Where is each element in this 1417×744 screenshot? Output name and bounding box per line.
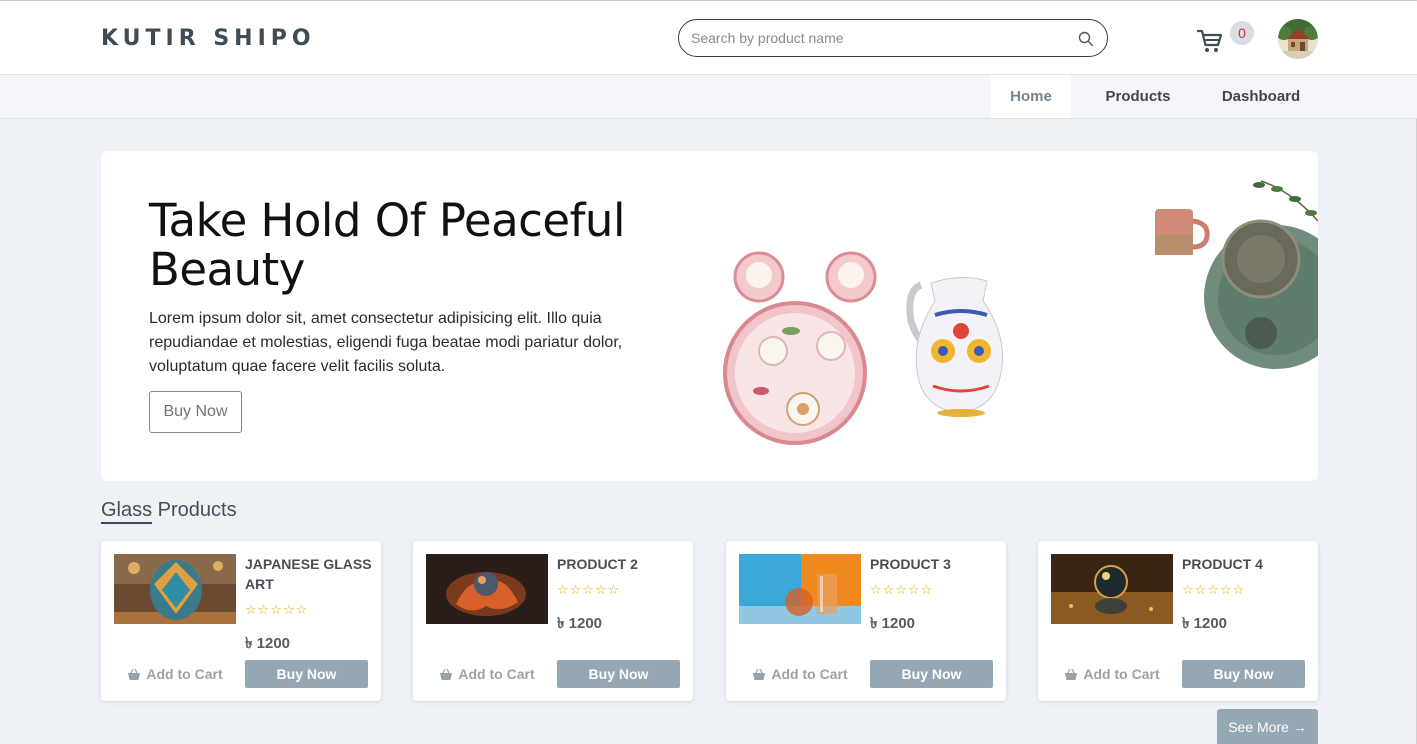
rating-stars-icon: ☆☆☆☆☆ [870, 582, 934, 597]
buy-now-button[interactable]: Buy Now [870, 660, 993, 688]
search-bar[interactable] [678, 19, 1108, 57]
section-title-highlight: Glass [101, 499, 153, 524]
add-to-cart-button[interactable]: Add to Cart [740, 660, 860, 688]
hero-title: Take Hold Of Peaceful Beauty [149, 194, 625, 296]
user-avatar[interactable] [1278, 19, 1318, 59]
product-image[interactable] [1051, 554, 1173, 624]
add-to-cart-label: Add to Cart [458, 666, 535, 682]
hero-banner: Take Hold Of Peaceful Beauty Lorem ipsum… [101, 151, 1318, 481]
nav-products[interactable]: Products [1090, 75, 1186, 118]
nav-dashboard[interactable]: Dashboard [1208, 75, 1314, 118]
basket-icon [128, 668, 141, 680]
add-to-cart-button[interactable]: Add to Cart [1052, 660, 1172, 688]
rating-stars-icon: ☆☆☆☆☆ [557, 582, 621, 597]
search-icon[interactable] [1078, 31, 1094, 47]
add-to-cart-button[interactable]: Add to Cart [115, 660, 235, 688]
search-input[interactable] [691, 28, 1061, 48]
product-image[interactable] [426, 554, 548, 624]
buy-now-button[interactable]: Buy Now [557, 660, 680, 688]
buy-now-button[interactable]: Buy Now [245, 660, 368, 688]
product-name[interactable]: PRODUCT 3 [870, 554, 1000, 574]
cart-count-badge: 0 [1230, 21, 1254, 45]
see-more-button[interactable]: See More → [1217, 709, 1318, 744]
hero-description: Lorem ipsum dolor sit, amet consectetur … [149, 310, 623, 375]
cart-icon[interactable] [1196, 27, 1224, 55]
nav-home[interactable]: Home [991, 75, 1071, 118]
rating-stars-icon: ☆☆☆☆☆ [245, 602, 309, 617]
top-header: KUTIR SHIPO 0 [0, 1, 1417, 75]
section-title: Glass Products [101, 499, 237, 524]
buy-now-button[interactable]: Buy Now [1182, 660, 1305, 688]
product-price: ৳ 1200 [557, 615, 603, 632]
hero-buy-now-button[interactable]: Buy Now [149, 391, 242, 433]
product-card: JAPANESE GLASS ART ☆☆☆☆☆ ৳ 1200 Add to C… [101, 541, 381, 701]
product-name[interactable]: JAPANESE GLASS ART [245, 554, 375, 594]
basket-icon [440, 668, 453, 680]
product-name[interactable]: PRODUCT 2 [557, 554, 687, 574]
rating-stars-icon: ☆☆☆☆☆ [1182, 582, 1246, 597]
product-image[interactable] [739, 554, 861, 624]
hero-ceramics-image [723, 180, 1318, 445]
product-image[interactable] [114, 554, 236, 624]
product-price: ৳ 1200 [245, 635, 291, 652]
section-title-rest: Products [152, 499, 237, 521]
basket-icon [753, 668, 766, 680]
product-name[interactable]: PRODUCT 4 [1182, 554, 1312, 574]
basket-icon [1065, 668, 1078, 680]
main-nav: Home Products Dashboard [0, 75, 1417, 119]
product-price: ৳ 1200 [870, 615, 916, 632]
brand-logo[interactable]: KUTIR SHIPO [101, 26, 316, 51]
product-price: ৳ 1200 [1182, 615, 1228, 632]
avatar-image [1278, 19, 1318, 59]
product-card: PRODUCT 3 ☆☆☆☆☆ ৳ 1200 Add to Cart Buy N… [726, 541, 1006, 701]
product-card: PRODUCT 2 ☆☆☆☆☆ ৳ 1200 Add to Cart Buy N… [413, 541, 693, 701]
add-to-cart-label: Add to Cart [146, 666, 223, 682]
add-to-cart-label: Add to Cart [771, 666, 848, 682]
add-to-cart-label: Add to Cart [1083, 666, 1160, 682]
product-card: PRODUCT 4 ☆☆☆☆☆ ৳ 1200 Add to Cart Buy N… [1038, 541, 1318, 701]
add-to-cart-button[interactable]: Add to Cart [427, 660, 547, 688]
